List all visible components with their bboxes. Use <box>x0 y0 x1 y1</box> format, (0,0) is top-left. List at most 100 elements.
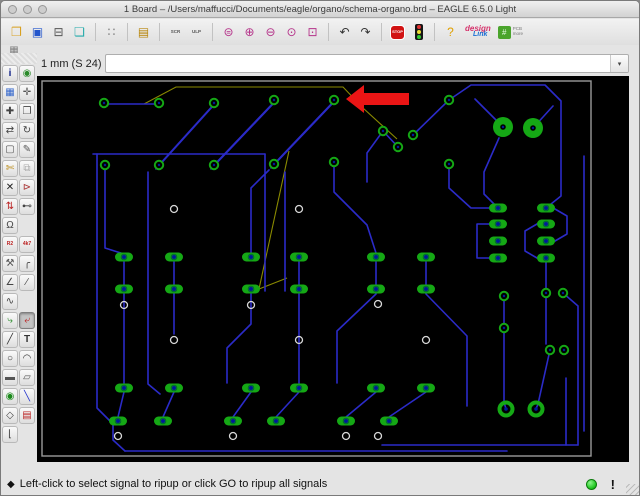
signal-trace[interactable] <box>412 99 450 136</box>
print-button[interactable]: ⊟ <box>49 23 68 42</box>
stop-button[interactable]: STOP <box>388 23 407 42</box>
command-input[interactable] <box>106 55 610 72</box>
info-tool[interactable]: i <box>2 65 18 82</box>
redo-button[interactable]: ↷ <box>356 23 375 42</box>
via-large[interactable] <box>527 400 545 418</box>
designlink-logo[interactable]: design Link <box>465 24 491 38</box>
polygon-tool[interactable]: ▱ <box>19 369 35 386</box>
signal-trace[interactable] <box>104 164 125 255</box>
zoom-fit-button[interactable]: ⊜ <box>219 23 238 42</box>
pcbmore-logo[interactable]: # PCB more <box>497 25 523 39</box>
ring-pad[interactable] <box>268 158 280 170</box>
attribute-tool[interactable]: ▤ <box>19 407 35 424</box>
oval-pad[interactable] <box>115 252 133 262</box>
oval-pad[interactable] <box>537 203 555 213</box>
ripup-tool[interactable]: ⤶ <box>19 312 35 329</box>
signal-trace[interactable] <box>162 391 175 418</box>
oval-pad[interactable] <box>417 383 435 393</box>
signal-trace[interactable] <box>226 293 252 384</box>
circle-tool[interactable]: ○ <box>2 350 18 367</box>
signal-trace[interactable] <box>210 103 274 170</box>
signal-trace[interactable] <box>554 208 568 242</box>
signal-trace[interactable] <box>448 163 490 209</box>
undo-button[interactable]: ↶ <box>335 23 354 42</box>
ring-pad[interactable] <box>498 290 510 302</box>
signal-trace[interactable] <box>483 137 500 209</box>
oval-pad[interactable] <box>165 383 183 393</box>
signal-trace[interactable] <box>250 169 270 254</box>
oval-pad[interactable] <box>224 416 242 426</box>
zoom-redraw-button[interactable]: ⊙ <box>282 23 301 42</box>
pcb-canvas[interactable] <box>37 76 629 462</box>
signal-trace[interactable] <box>270 102 334 169</box>
rotate-tool[interactable]: ↻ <box>19 122 35 139</box>
ring-pad[interactable] <box>443 94 455 106</box>
ring-pad[interactable] <box>540 287 552 299</box>
replace-tool[interactable]: ⊷ <box>19 198 35 215</box>
oval-pad[interactable] <box>109 416 127 426</box>
lock-tool[interactable]: Ω <box>2 217 18 234</box>
signal-trace[interactable] <box>476 223 490 259</box>
ring-pad[interactable] <box>99 159 111 171</box>
wire-tool[interactable]: ╱ <box>2 331 18 348</box>
cut-tool[interactable]: ✄ <box>2 160 18 177</box>
open-button[interactable]: ❒ <box>7 23 26 42</box>
show-tool[interactable]: ◉ <box>19 65 35 82</box>
move-tool[interactable]: ✚ <box>2 103 18 120</box>
ring-pad[interactable] <box>498 322 510 334</box>
signal-tool[interactable]: ╲ <box>19 388 35 405</box>
help-button[interactable]: ? <box>441 23 460 42</box>
signal-trace[interactable] <box>336 293 377 384</box>
oval-pad[interactable] <box>489 253 507 263</box>
signal-trace[interactable] <box>366 130 384 183</box>
ring-pad[interactable] <box>558 344 570 356</box>
oval-pad[interactable] <box>367 252 385 262</box>
value-tool[interactable]: 4k7 <box>19 236 35 253</box>
oval-pad[interactable] <box>367 284 385 294</box>
ring-pad[interactable] <box>544 344 556 356</box>
display-layers-tool[interactable]: ▦ <box>2 84 18 101</box>
meander-tool[interactable]: ∿ <box>2 293 18 310</box>
ring-pad[interactable] <box>392 141 404 153</box>
oval-pad[interactable] <box>537 236 555 246</box>
export-image-button[interactable]: ❏ <box>70 23 89 42</box>
copy-tool[interactable]: ❐ <box>19 103 35 120</box>
board-schematic-button[interactable]: ∷ <box>102 23 121 42</box>
ring-pad[interactable] <box>153 159 165 171</box>
mark-tool[interactable]: ✛ <box>19 84 35 101</box>
oval-pad[interactable] <box>489 236 507 246</box>
library-button[interactable]: ▤ <box>134 23 153 42</box>
signal-trace[interactable] <box>333 161 377 254</box>
change-tool[interactable]: ✎ <box>19 141 35 158</box>
signal-trace[interactable] <box>147 171 161 395</box>
ring-pad[interactable] <box>328 156 340 168</box>
chevron-down-icon[interactable]: ▾ <box>610 55 628 72</box>
oval-pad[interactable] <box>115 284 133 294</box>
oval-pad[interactable] <box>290 284 308 294</box>
ring-pad[interactable] <box>268 94 280 106</box>
oval-pad[interactable] <box>242 284 260 294</box>
mirror-tool[interactable]: ⇄ <box>2 122 18 139</box>
ring-pad[interactable] <box>208 159 220 171</box>
signal-trace[interactable] <box>155 105 214 170</box>
oval-pad[interactable] <box>367 383 385 393</box>
signal-trace[interactable] <box>535 349 551 410</box>
oval-pad[interactable] <box>417 284 435 294</box>
run-script-button[interactable]: SCR <box>166 23 185 42</box>
delete-tool[interactable]: ✕ <box>2 179 18 196</box>
oval-pad[interactable] <box>380 416 398 426</box>
oval-pad[interactable] <box>489 219 507 229</box>
go-traffic-light-button[interactable] <box>409 23 428 42</box>
route-tool[interactable]: ⤷ <box>2 312 18 329</box>
via-large[interactable] <box>497 400 515 418</box>
signal-trace[interactable] <box>232 391 252 418</box>
ring-pad[interactable] <box>407 129 419 141</box>
optimize-tool[interactable]: ∕ <box>19 274 35 291</box>
ring-pad[interactable] <box>98 97 110 109</box>
signal-trace[interactable] <box>275 391 300 418</box>
via-tool[interactable]: ◉ <box>2 388 18 405</box>
oval-pad[interactable] <box>290 383 308 393</box>
pcb-drawing[interactable] <box>37 76 629 462</box>
oval-pad[interactable] <box>537 253 555 263</box>
oval-pad[interactable] <box>537 219 555 229</box>
